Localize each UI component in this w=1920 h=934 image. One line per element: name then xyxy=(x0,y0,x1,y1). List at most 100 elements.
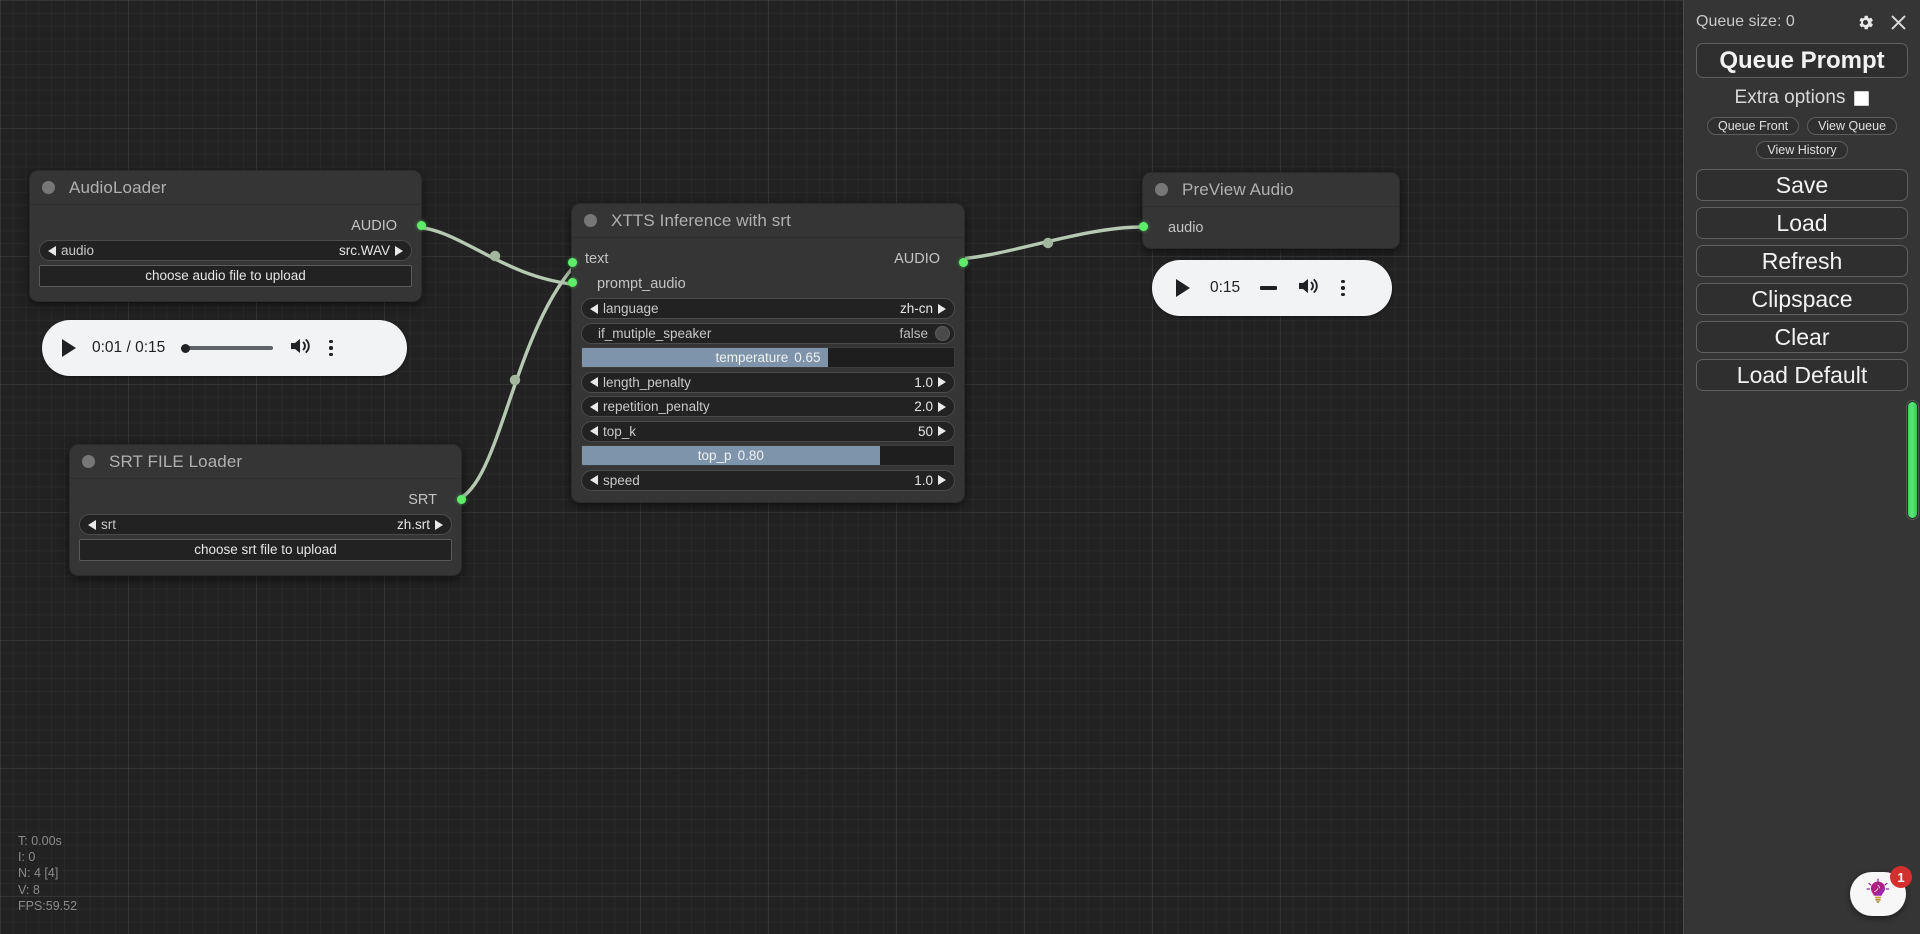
close-icon[interactable] xyxy=(1889,13,1908,32)
button-label: choose audio file to upload xyxy=(145,268,306,283)
view-queue-button[interactable]: View Queue xyxy=(1807,117,1898,135)
comfyui-window: AudioLoader AUDIO audio src.WAV choose a… xyxy=(0,0,1920,934)
toggle-knob-icon[interactable] xyxy=(935,325,950,341)
widget-speed[interactable]: speed 1.0 xyxy=(581,469,955,491)
audio-progress-knob[interactable] xyxy=(181,343,191,353)
widget-label: if_mutiple_speaker xyxy=(598,325,712,341)
load-default-button[interactable]: Load Default xyxy=(1696,359,1908,391)
view-history-button[interactable]: View History xyxy=(1756,141,1848,159)
node-collapse-icon[interactable] xyxy=(584,214,597,227)
queue-front-label: Queue Front xyxy=(1717,119,1789,133)
audio-menu-icon[interactable] xyxy=(1341,279,1345,297)
header-icon-group xyxy=(1856,13,1908,32)
input-port-dot-text[interactable] xyxy=(568,257,577,267)
choose-audio-file-button[interactable]: choose audio file to upload xyxy=(39,264,412,287)
assistant-helper-button[interactable]: 1 xyxy=(1850,866,1912,916)
audio-progress-bar[interactable] xyxy=(181,343,274,353)
extra-options-checkbox[interactable] xyxy=(1854,90,1870,106)
input-port-dot[interactable] xyxy=(1138,222,1148,231)
queue-prompt-button[interactable]: Queue Prompt xyxy=(1696,43,1908,78)
clear-button[interactable]: Clear xyxy=(1696,321,1908,353)
chevron-right-icon[interactable] xyxy=(938,426,946,436)
widget-repetition-penalty[interactable]: repetition_penalty 2.0 xyxy=(581,396,955,417)
chevron-left-icon[interactable] xyxy=(48,245,56,256)
node-preview-audio[interactable]: PreView Audio audio xyxy=(1138,172,1400,249)
widget-label: speed xyxy=(603,472,640,488)
node-title-bar[interactable]: AudioLoader xyxy=(30,171,421,205)
widget-value: zh-cn xyxy=(899,301,933,316)
widget-label: srt xyxy=(101,517,116,532)
queue-size-label: Queue size: 0 xyxy=(1696,13,1795,30)
widget-language[interactable]: language zh-cn xyxy=(581,298,955,319)
output-slot-audio[interactable]: AUDIO xyxy=(30,213,426,238)
sidebar-scrollbar[interactable] xyxy=(1906,400,1919,520)
chevron-left-icon[interactable] xyxy=(590,475,598,485)
widget-srt-combo[interactable]: srt zh.srt xyxy=(79,514,452,535)
chevron-left-icon[interactable] xyxy=(590,377,598,387)
chevron-left-icon[interactable] xyxy=(590,426,598,436)
output-port-dot[interactable] xyxy=(959,257,968,267)
output-port-dot[interactable] xyxy=(456,495,466,504)
widget-top-k[interactable]: top_k 50 xyxy=(581,420,955,442)
node-srt-loader[interactable]: SRT FILE Loader SRT srt zh.srt choose sr… xyxy=(69,444,466,576)
chevron-left-icon[interactable] xyxy=(590,303,598,314)
canvas-stats-overlay: T: 0.00s I: 0 N: 4 [4] V: 8 FPS:59.52 xyxy=(18,833,77,914)
input-slot-prompt-audio[interactable]: prompt_audio xyxy=(567,271,964,296)
node-xtts-inference[interactable]: XTTS Inference with srt text AUDIO promp… xyxy=(567,203,968,503)
audio-menu-icon[interactable] xyxy=(329,339,333,357)
audio-player-preview[interactable]: 0:15 xyxy=(1152,260,1392,316)
node-collapse-icon[interactable] xyxy=(82,455,95,468)
save-button[interactable]: Save xyxy=(1696,169,1908,201)
node-title-bar[interactable]: SRT FILE Loader xyxy=(70,445,461,479)
audio-progress-dash[interactable] xyxy=(1260,286,1278,290)
widget-label: top_k xyxy=(603,423,637,439)
widget-audio-combo[interactable]: audio src.WAV xyxy=(39,240,412,261)
chevron-right-icon[interactable] xyxy=(938,401,946,412)
input-port-dot-prompt-audio[interactable] xyxy=(567,278,577,287)
sidebar-scrollbar-thumb[interactable] xyxy=(1908,402,1917,518)
audio-time: 0:15 xyxy=(1210,279,1241,296)
node-collapse-icon[interactable] xyxy=(1155,183,1168,196)
widget-length-penalty[interactable]: length_penalty 1.0 xyxy=(581,371,955,393)
node-audio-loader[interactable]: AudioLoader AUDIO audio src.WAV choose a… xyxy=(29,170,426,302)
output-slot-srt[interactable]: SRT xyxy=(70,487,466,512)
widget-value: zh.srt xyxy=(396,517,430,532)
slider-text: temperature 0.65 xyxy=(582,350,954,365)
volume-icon[interactable] xyxy=(1297,276,1321,301)
chevron-right-icon[interactable] xyxy=(938,475,946,485)
stat-nodes: N: 4 [4] xyxy=(18,866,59,881)
chevron-right-icon[interactable] xyxy=(435,519,443,530)
input-slot-audio[interactable]: audio xyxy=(1138,215,1399,240)
node-title-text: AudioLoader xyxy=(69,177,167,197)
node-title-bar[interactable]: PreView Audio xyxy=(1143,173,1399,207)
load-button[interactable]: Load xyxy=(1696,207,1908,239)
node-title-bar[interactable]: XTTS Inference with srt xyxy=(572,204,964,238)
output-port-dot[interactable] xyxy=(416,221,426,230)
stat-time: T: 0.00s xyxy=(18,833,62,848)
stat-iterations: I: 0 xyxy=(18,850,36,865)
choose-srt-file-button[interactable]: choose srt file to upload xyxy=(79,538,452,561)
widget-if-mutiple-speaker[interactable]: if_mutiple_speaker false xyxy=(581,322,955,344)
chevron-left-icon[interactable] xyxy=(88,519,96,530)
clipspace-button[interactable]: Clipspace xyxy=(1696,283,1908,315)
play-icon[interactable] xyxy=(62,339,76,357)
queue-front-button[interactable]: Queue Front xyxy=(1706,117,1800,135)
chevron-left-icon[interactable] xyxy=(590,401,598,412)
extra-options-row[interactable]: Extra options xyxy=(1696,87,1908,109)
widget-temperature[interactable]: temperature 0.65 xyxy=(581,347,955,368)
widget-top-p[interactable]: top_p 0.80 xyxy=(581,445,955,466)
widget-list: language zh-cn if_mutiple_speaker false xyxy=(572,296,964,491)
chevron-right-icon[interactable] xyxy=(395,245,403,256)
node-collapse-icon[interactable] xyxy=(42,181,55,194)
play-icon[interactable] xyxy=(1176,279,1190,297)
refresh-button[interactable]: Refresh xyxy=(1696,245,1908,277)
volume-icon[interactable] xyxy=(289,336,313,361)
audio-player-loader[interactable]: 0:01 / 0:15 xyxy=(42,320,407,376)
gear-icon[interactable] xyxy=(1856,13,1875,32)
chevron-right-icon[interactable] xyxy=(938,303,946,314)
graph-canvas[interactable]: AudioLoader AUDIO audio src.WAV choose a… xyxy=(0,0,1683,934)
chevron-right-icon[interactable] xyxy=(938,377,946,387)
notification-badge: 1 xyxy=(1890,866,1912,888)
extra-options-label: Extra options xyxy=(1734,87,1846,108)
output-slot-label-audio: AUDIO xyxy=(894,250,940,267)
